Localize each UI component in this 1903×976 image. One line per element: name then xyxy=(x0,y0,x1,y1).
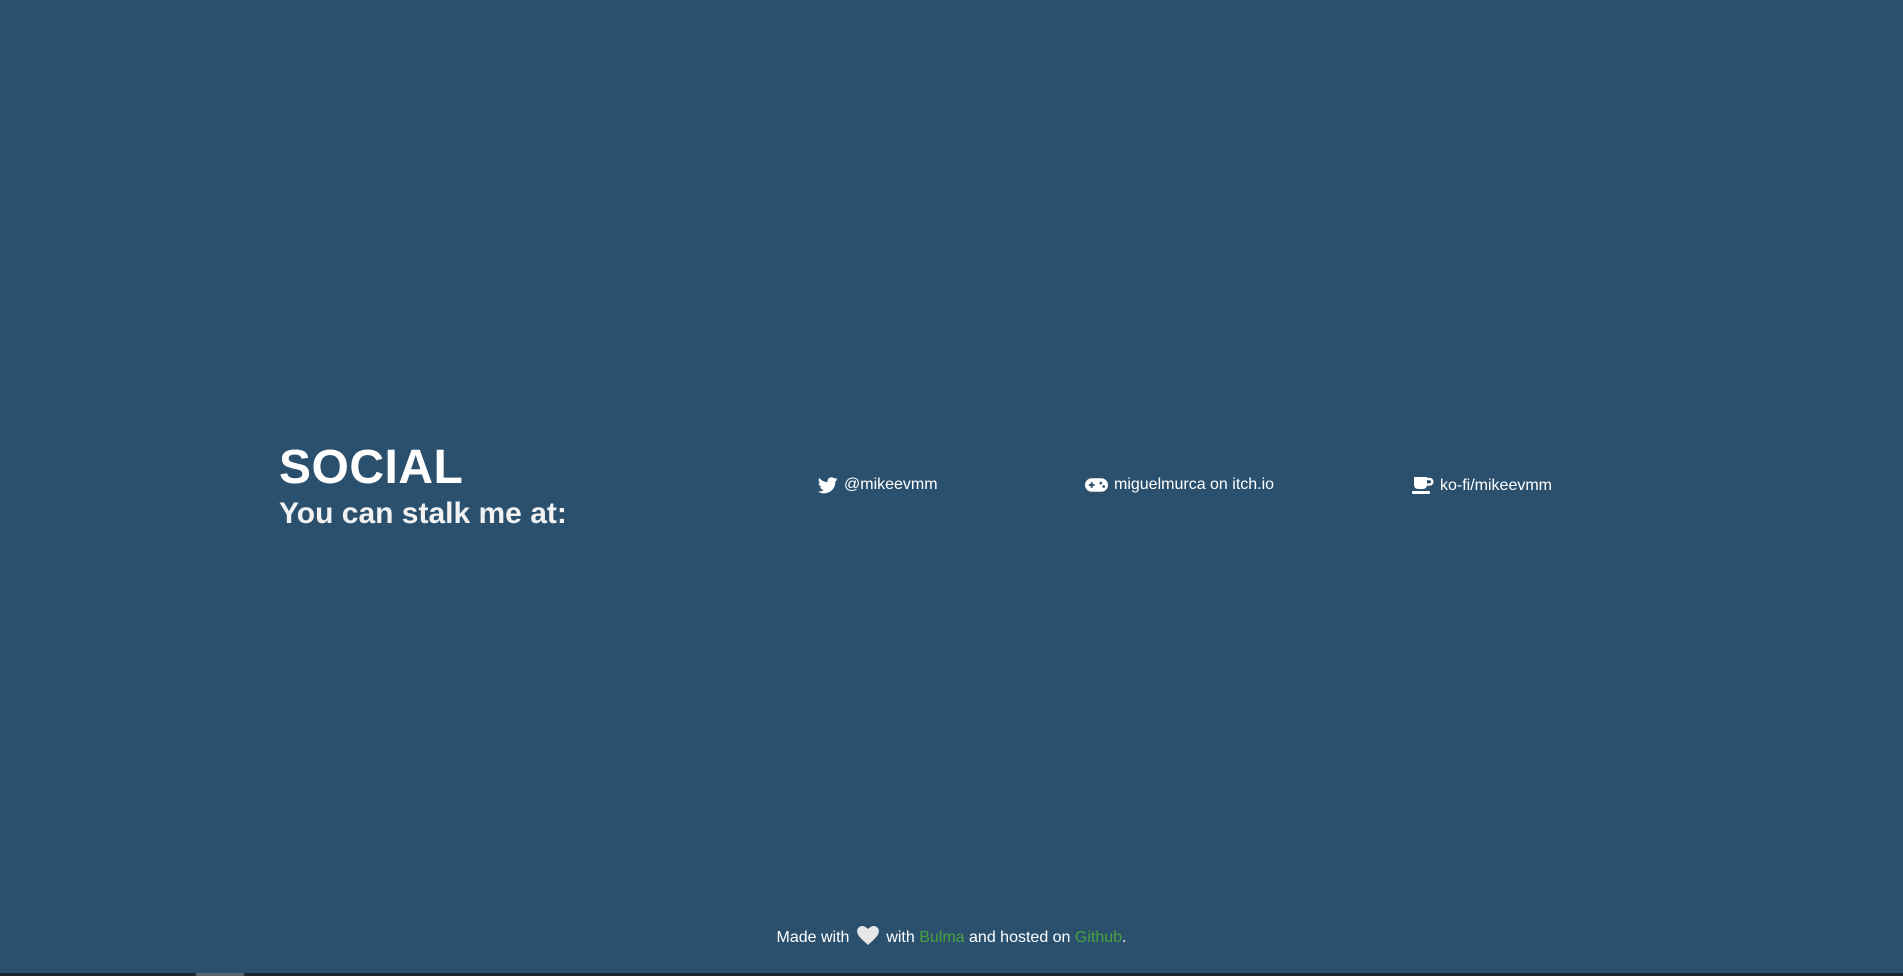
coffee-cup-icon xyxy=(1412,476,1434,495)
twitter-link[interactable]: @mikeevmm xyxy=(818,476,938,494)
social-section: SOCIAL You can stalk me at: @mikeevmm mi… xyxy=(0,0,1903,930)
bulma-link[interactable]: Bulma xyxy=(919,929,964,946)
gamepad-icon xyxy=(1085,478,1108,492)
itch-link[interactable]: miguelmurca on itch.io xyxy=(1085,476,1274,494)
kofi-link[interactable]: ko-fi/mikeevmm xyxy=(1412,476,1552,495)
heading-block: SOCIAL You can stalk me at: xyxy=(279,440,567,532)
footer: Made with with Bulma and hosted on Githu… xyxy=(0,926,1903,953)
twitter-icon xyxy=(818,476,838,494)
section-title: SOCIAL xyxy=(279,441,464,494)
twitter-label: @mikeevmm xyxy=(844,476,938,493)
footer-hosted-on: and hosted on xyxy=(969,929,1071,946)
section-subtitle: You can stalk me at: xyxy=(279,497,567,530)
footer-period: . xyxy=(1122,929,1127,946)
heart-icon xyxy=(857,926,879,953)
footer-with: with xyxy=(886,929,915,946)
itch-label: miguelmurca on itch.io xyxy=(1114,476,1275,493)
kofi-label: ko-fi/mikeevmm xyxy=(1440,476,1553,494)
footer-made-with: Made with xyxy=(776,929,850,946)
github-link[interactable]: Github xyxy=(1075,929,1122,946)
